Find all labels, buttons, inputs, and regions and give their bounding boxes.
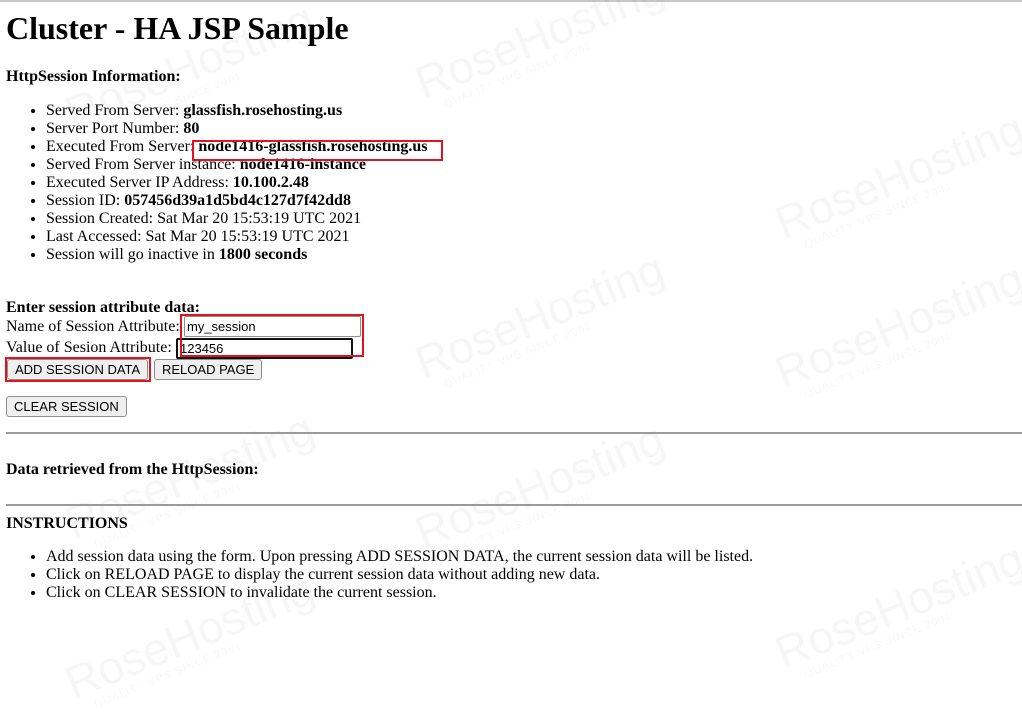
reload-page-button[interactable]: RELOAD PAGE (154, 359, 263, 380)
divider (6, 504, 1022, 506)
watermark: RoseHostingQUALITY VPS SINCE 2001 (409, 415, 675, 567)
instruction-item: Click on RELOAD PAGE to display the curr… (46, 566, 753, 584)
watermark: RoseHostingQUALITY VPS SINCE 2001 (409, 0, 675, 117)
info-session-id: Session ID: 057456d39a1d5bd4c127d7f42dd8 (46, 192, 428, 210)
info-inactive-timeout: Session will go inactive in 1800 seconds (46, 246, 428, 264)
attribute-value-input[interactable] (176, 338, 353, 359)
watermark: RoseHostingQUALITY VPS SINCE 2001 (59, 405, 325, 557)
session-info-heading: HttpSession Information: (6, 68, 181, 85)
instructions-heading: INSTRUCTIONS (6, 515, 128, 532)
name-label: Name of Session Attribute: (6, 318, 180, 335)
info-server-port: Server Port Number: 80 (46, 120, 428, 138)
clear-session-button[interactable]: CLEAR SESSION (6, 396, 127, 417)
instructions-list: Add session data using the form. Upon pr… (6, 548, 753, 602)
divider (6, 432, 1022, 434)
info-server-ip: Executed Server IP Address: 10.100.2.48 (46, 174, 428, 192)
watermark: RoseHostingQUALITY VPS SINCE 2001 (409, 245, 675, 397)
form-heading: Enter session attribute data: (6, 299, 200, 316)
info-session-created: Session Created: Sat Mar 20 15:53:19 UTC… (46, 210, 428, 228)
value-label: Value of Sesion Attribute: (6, 339, 172, 356)
add-session-data-button[interactable]: ADD SESSION DATA (7, 359, 149, 380)
info-executed-from-server: Executed From Server: node1416-glassfish… (46, 138, 428, 156)
info-served-from-instance: Served From Server instance: node1416-in… (46, 156, 428, 174)
info-served-from-server: Served From Server: glassfish.rosehostin… (46, 102, 428, 120)
watermark: RoseHostingQUALITY VPS SINCE 2001 (769, 255, 1022, 407)
watermark: RoseHostingQUALITY VPS SINCE 2001 (769, 535, 1022, 687)
attribute-name-input[interactable] (184, 316, 361, 337)
watermark: RoseHostingQUALITY VPS SINCE 2001 (769, 105, 1022, 257)
instruction-item: Add session data using the form. Upon pr… (46, 548, 753, 566)
info-last-accessed: Last Accessed: Sat Mar 20 15:53:19 UTC 2… (46, 228, 428, 246)
session-info-list: Served From Server: glassfish.rosehostin… (6, 102, 428, 264)
instruction-item: Click on CLEAR SESSION to invalidate the… (46, 584, 753, 602)
retrieved-data-heading: Data retrieved from the HttpSession: (6, 461, 259, 478)
page-title: Cluster - HA JSP Sample (6, 10, 349, 46)
